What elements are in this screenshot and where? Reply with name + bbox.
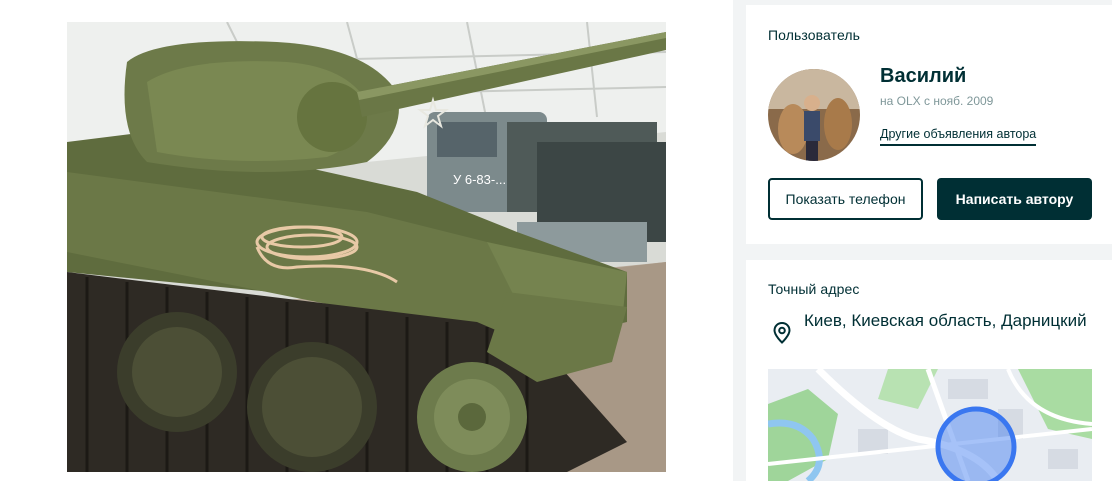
main-column: У 6-83-... [0,0,733,481]
user-card-title: Пользователь [768,27,861,43]
address-text: Киев, Киевская область, Дарницкий [804,311,1087,330]
listing-photo[interactable]: У 6-83-... [67,22,666,472]
tank-photo-image: У 6-83-... [67,22,666,472]
avatar[interactable] [768,69,860,161]
user-name: Василий [880,65,967,87]
member-since: на OLX с нояб. 2009 [880,94,994,108]
truck-plate: У 6-83-... [453,172,506,187]
map-image [768,369,1092,481]
user-card: Пользователь Василий на OLX с нояб. 2009… [746,5,1112,244]
avatar-image [768,69,860,161]
other-ads-link[interactable]: Другие объявления автора [880,127,1037,146]
address-card: Точный адрес Киев, Киевская область, Дар… [746,260,1112,481]
location-pin-icon [773,322,791,344]
write-to-author-button[interactable]: Написать автору [937,178,1092,220]
show-phone-button[interactable]: Показать телефон [768,178,923,220]
address-card-title: Точный адрес [768,281,860,297]
address-map[interactable] [768,369,1092,481]
